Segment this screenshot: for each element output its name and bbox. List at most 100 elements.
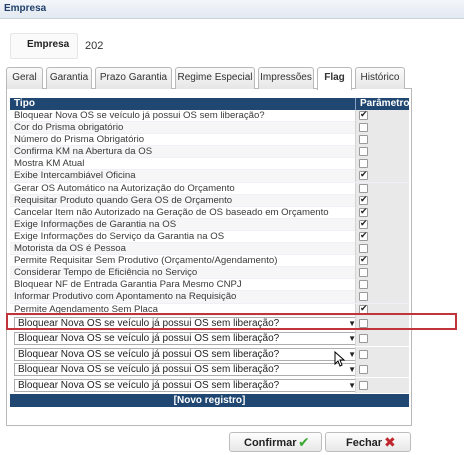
table-row[interactable]: Bloquear Nova OS se veículo já possui OS…: [10, 109, 409, 123]
table-row[interactable]: Requisitar Produto quando Gera OS de Orç…: [10, 194, 409, 207]
parametro-cell: [355, 279, 409, 292]
parametro-checkbox[interactable]: [359, 206, 368, 217]
table-row[interactable]: Exibe Intercambiável Oficina: [10, 169, 409, 183]
parametro-cell: [355, 254, 409, 268]
confirm-button[interactable]: Confirmar ✔: [229, 432, 322, 452]
check-icon: ✔: [298, 434, 310, 450]
tab-prazo-garantia[interactable]: Prazo Garantia: [95, 67, 172, 89]
parametro-cell: [355, 331, 409, 347]
parametro-cell: [355, 267, 409, 280]
new-row: Bloquear Nova OS se veículo já possui OS…: [10, 331, 409, 347]
parametro-cell: [355, 109, 409, 122]
table-row[interactable]: Confirma KM na Abertura da OS: [10, 146, 409, 159]
row-label: Número do Prisma Obrigatório: [14, 134, 145, 146]
row-label: Exibe Intercambiável Oficina: [14, 170, 136, 182]
tab-geral[interactable]: Geral: [6, 67, 43, 89]
row-label: Motorista da OS é Pessoa: [14, 243, 126, 255]
tab-garantia[interactable]: Garantia: [46, 67, 92, 89]
table-row[interactable]: Cor do Prisma obrigatório: [10, 122, 409, 135]
parametro-checkbox[interactable]: [359, 159, 368, 169]
row-label: Mostra KM Atual: [14, 158, 85, 170]
row-label: Cor do Prisma obrigatório: [14, 122, 124, 134]
parametro-checkbox[interactable]: [359, 244, 368, 254]
row-label: Confirma KM na Abertura da OS: [14, 146, 153, 158]
table-row[interactable]: Cancelar Item não Autorizado na Geração …: [10, 206, 409, 219]
row-label: Gerar OS Automático na Autorização do Or…: [14, 182, 235, 194]
parametro-checkbox[interactable]: [359, 254, 368, 266]
table-row[interactable]: Bloquear NF de Entrada Garantia Para Mes…: [10, 279, 409, 292]
tipo-select-value: Bloquear Nova OS se veículo já possui OS…: [18, 348, 280, 360]
table-row[interactable]: Número do Prisma Obrigatório: [10, 134, 409, 147]
parametro-cell: [355, 122, 409, 135]
new-row: Bloquear Nova OS se veículo já possui OS…: [10, 346, 409, 363]
row-label: Cancelar Item não Autorizado na Geração …: [14, 206, 329, 218]
row-label: Bloquear Nova OS se veículo já possui OS…: [14, 110, 265, 121]
parametro-checkbox[interactable]: [359, 183, 368, 193]
tipo-select[interactable]: Bloquear Nova OS se veículo já possui OS…: [14, 347, 360, 361]
parametro-checkbox[interactable]: [359, 365, 368, 375]
parametro-checkbox[interactable]: [359, 218, 368, 229]
row-label: Requisitar Produto quando Gera OS de Orç…: [14, 194, 233, 206]
parametro-checkbox[interactable]: [359, 230, 368, 241]
grid-header: Tipo Parâmetro: [10, 98, 409, 110]
tab-regime-especial[interactable]: Regime Especial: [175, 67, 255, 89]
tipo-select[interactable]: Bloquear Nova OS se veículo já possui OS…: [14, 378, 360, 392]
row-label: Exige Informações de Garantia na OS: [14, 218, 177, 230]
row-label: Considerar Tempo de Eficiência no Serviç…: [14, 267, 198, 279]
column-header-tipo[interactable]: Tipo: [14, 98, 35, 110]
parametro-cell: [355, 362, 409, 378]
row-label: Permite Requisitar Sem Produtivo (Orçame…: [14, 255, 278, 267]
column-divider: [355, 98, 356, 110]
mouse-cursor-icon: [334, 351, 346, 367]
table-row[interactable]: Informar Produtivo com Apontamento na Re…: [10, 291, 409, 304]
tipo-select-value: Bloquear Nova OS se veículo já possui OS…: [18, 364, 280, 376]
parametro-cell: [355, 134, 409, 147]
table-row[interactable]: Exige Informações do Serviço da Garantia…: [10, 230, 409, 244]
table-row[interactable]: Mostra KM Atual: [10, 158, 409, 171]
parametro-checkbox[interactable]: [359, 268, 368, 278]
window-titlebar: Empresa: [0, 0, 464, 19]
parametro-checkbox[interactable]: [359, 280, 368, 290]
parametro-checkbox[interactable]: [359, 349, 368, 359]
parametro-checkbox[interactable]: [359, 292, 368, 302]
tipo-select-value: Bloquear Nova OS se veículo já possui OS…: [18, 379, 280, 391]
parametro-checkbox[interactable]: [359, 123, 368, 133]
new-row: Bloquear Nova OS se veículo já possui OS…: [10, 362, 409, 378]
close-button-label: Fechar: [346, 437, 383, 449]
parametro-checkbox[interactable]: [359, 109, 368, 120]
parametro-cell: [355, 346, 409, 362]
row-label: Informar Produtivo com Apontamento na Re…: [14, 291, 237, 303]
tipo-select[interactable]: Bloquear Nova OS se veículo já possui OS…: [14, 363, 360, 377]
x-icon: ✖: [384, 434, 396, 450]
parametro-checkbox[interactable]: [359, 147, 368, 157]
new-record-link[interactable]: [Novo registro]: [10, 393, 409, 407]
table-row[interactable]: Considerar Tempo de Eficiência no Serviç…: [10, 267, 409, 280]
close-button[interactable]: Fechar ✖: [325, 432, 411, 452]
parametro-checkbox[interactable]: [359, 380, 368, 390]
tipo-select-value: Bloquear Nova OS se veículo já possui OS…: [18, 333, 280, 345]
parametro-checkbox[interactable]: [359, 169, 368, 181]
parametro-checkbox[interactable]: [359, 334, 368, 344]
new-row: Bloquear Nova OS se veículo já possui OS…: [10, 377, 409, 394]
table-row[interactable]: Motorista da OS é Pessoa: [10, 243, 409, 256]
company-label: Empresa: [27, 39, 70, 50]
confirm-button-label: Confirmar: [244, 437, 297, 449]
parametro-checkbox[interactable]: [359, 194, 368, 205]
parametro-cell: [355, 230, 409, 243]
window-title: Empresa: [4, 3, 47, 14]
parametro-checkbox[interactable]: [359, 135, 368, 145]
table-row[interactable]: Gerar OS Automático na Autorização do Or…: [10, 182, 409, 195]
tab-impressoes[interactable]: Impressões: [258, 67, 314, 89]
parametro-cell: [355, 377, 409, 393]
company-value: 202: [85, 40, 104, 52]
tab-flag[interactable]: Flag: [317, 67, 352, 90]
table-row[interactable]: Exige Informações de Garantia na OS: [10, 218, 409, 231]
row-label: Bloquear NF de Entrada Garantia Para Mes…: [14, 279, 242, 291]
tab-historico[interactable]: Histórico: [355, 67, 405, 89]
flags-grid: Tipo Parâmetro Bloquear Nova OS se veícu…: [10, 98, 409, 407]
parametro-cell: [355, 169, 409, 183]
highlight-box: [6, 313, 457, 330]
table-row[interactable]: Permite Requisitar Sem Produtivo (Orçame…: [10, 254, 409, 268]
parametro-cell: [355, 146, 409, 159]
tipo-select[interactable]: Bloquear Nova OS se veículo já possui OS…: [14, 332, 360, 346]
